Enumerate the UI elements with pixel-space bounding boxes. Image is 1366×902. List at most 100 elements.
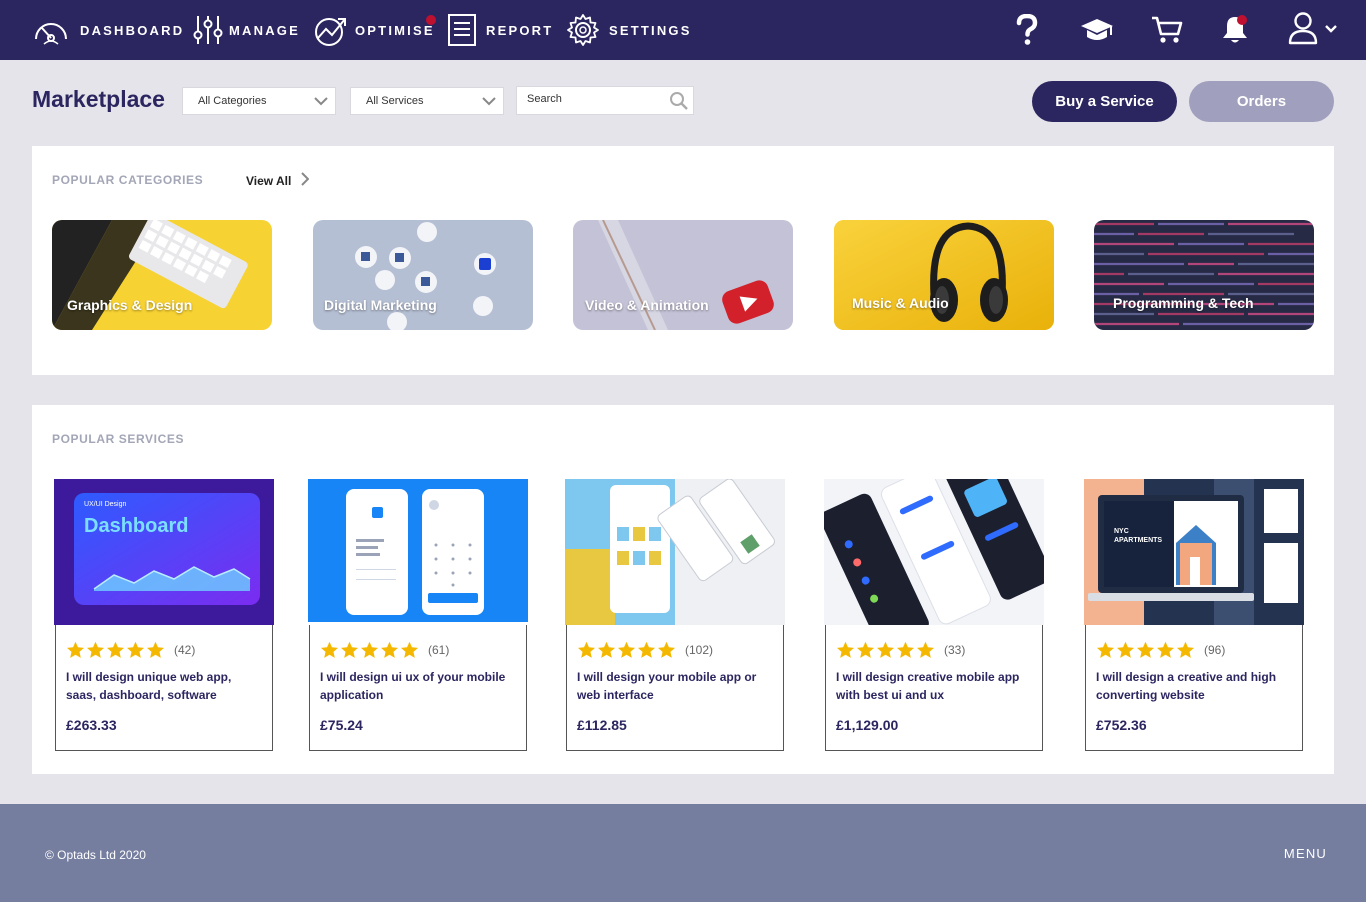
thumbnail-heading: Dashboard [84, 515, 189, 537]
service-thumbnail [308, 479, 528, 622]
page-title: Marketplace [32, 86, 165, 112]
nav-item-report[interactable]: REPORT [448, 0, 553, 60]
services-select[interactable]: All Services [350, 87, 504, 115]
service-thumbnail: UX/UI Design Dashboard [54, 479, 274, 625]
service-price: £1,129.00 [836, 717, 899, 733]
mobile-app-image [308, 479, 528, 622]
service-card[interactable]: (102) I will design your mobile app or w… [565, 479, 785, 751]
rating-stars: (42) [66, 641, 195, 659]
chevron-down-icon [481, 93, 497, 112]
service-card[interactable]: (61) I will design ui ux of your mobile … [308, 479, 528, 751]
nav-item-settings[interactable]: SETTINGS [566, 0, 692, 60]
popular-services-panel: POPULAR SERVICES UX/UI Design Dashboard … [32, 405, 1334, 774]
category-card-video-animation[interactable]: Video & Animation [573, 220, 793, 330]
rating-count: (42) [174, 643, 196, 657]
popular-categories-panel: POPULAR CATEGORIES View All Graphics & D… [32, 146, 1334, 375]
thumbnail-caption: UX/UI Design [84, 501, 127, 508]
view-all-link[interactable]: View All [246, 172, 310, 189]
service-card-body: (61) I will design ui ux of your mobile … [309, 625, 527, 751]
category-select-value: All Categories [198, 95, 267, 107]
category-card-digital-marketing[interactable]: Digital Marketing [313, 220, 533, 330]
keyboard-image [52, 220, 248, 330]
five-stars-icon [66, 641, 166, 659]
service-price: £263.33 [66, 717, 117, 733]
category-card-programming-tech[interactable]: Programming & Tech [1094, 220, 1314, 330]
footer-menu-link[interactable]: MENU [1284, 846, 1327, 861]
service-card-body: (96) I will design a creative and high c… [1085, 625, 1303, 751]
five-stars-icon [836, 641, 936, 659]
chevron-right-icon [291, 172, 310, 189]
user-menu[interactable] [1285, 11, 1341, 50]
buy-service-button[interactable]: Buy a Service [1032, 81, 1177, 122]
rating-count: (61) [428, 643, 450, 657]
top-navigation: DASHBOARD MANAGE OPTIMISE REPORT SETTING… [0, 0, 1366, 60]
search-icon[interactable] [669, 91, 689, 116]
orders-button[interactable]: Orders [1189, 81, 1334, 122]
category-label: Video & Animation [585, 297, 709, 313]
mobile-web-interface-image [565, 479, 785, 625]
service-card[interactable]: (33) I will design creative mobile app w… [824, 479, 1044, 751]
service-title[interactable]: I will design a creative and high conver… [1096, 668, 1292, 704]
footer: © Optads Ltd 2020 MENU [0, 804, 1366, 902]
service-thumbnail [565, 479, 785, 625]
category-label: Programming & Tech [1113, 295, 1254, 311]
code-image [1094, 222, 1314, 326]
rating-stars: (102) [577, 641, 713, 659]
service-card[interactable]: NYC APARTMENTS (96) I will design a crea… [1084, 479, 1304, 751]
website-laptop-image [1084, 479, 1304, 625]
search-input[interactable] [527, 93, 667, 105]
cart-icon[interactable] [1150, 12, 1184, 48]
copyright-text: © Optads Ltd 2020 [45, 848, 146, 862]
service-card-body: (33) I will design creative mobile app w… [825, 625, 1043, 751]
category-card-music-audio[interactable]: Music & Audio [834, 220, 1054, 330]
category-card-graphics-design[interactable]: Graphics & Design [52, 220, 272, 330]
nav-item-manage[interactable]: MANAGE [193, 0, 300, 60]
thumbnail-heading: NYC APARTMENTS [1114, 528, 1163, 544]
five-stars-icon [320, 641, 420, 659]
nav-item-dashboard[interactable]: DASHBOARD [32, 0, 184, 60]
section-title: POPULAR CATEGORIES [52, 173, 204, 187]
sliders-icon [193, 13, 223, 47]
service-thumbnail: NYC APARTMENTS [1084, 479, 1304, 625]
gear-icon [566, 13, 600, 47]
service-title[interactable]: I will design ui ux of your mobile appli… [320, 668, 516, 704]
trend-chart-icon [314, 13, 348, 47]
category-label: Music & Audio [852, 295, 949, 311]
social-buttons-image [355, 222, 496, 330]
speedometer-icon [32, 13, 70, 47]
phone-image [598, 220, 774, 330]
graduation-cap-icon[interactable] [1080, 12, 1114, 48]
service-price: £112.85 [577, 717, 627, 733]
service-title[interactable]: I will design unique web app, saas, dash… [66, 668, 262, 704]
chevron-down-icon [313, 93, 329, 112]
document-icon [448, 14, 476, 46]
service-title[interactable]: I will design your mobile app or web int… [577, 668, 773, 704]
five-stars-icon [577, 641, 677, 659]
notification-dot [426, 15, 436, 25]
search-box [516, 86, 694, 115]
service-title[interactable]: I will design creative mobile app with b… [836, 668, 1032, 704]
category-select[interactable]: All Categories [182, 87, 336, 115]
nav-label: DASHBOARD [80, 22, 185, 38]
rating-count: (33) [944, 643, 966, 657]
nav-label: SETTINGS [609, 22, 692, 38]
rating-stars: (96) [1096, 641, 1225, 659]
rating-count: (96) [1204, 643, 1226, 657]
category-label: Graphics & Design [67, 297, 193, 313]
service-price: £75.24 [320, 717, 363, 733]
nav-label: OPTIMISE [355, 22, 435, 38]
creative-mobile-app-image [824, 479, 1044, 625]
services-select-value: All Services [366, 95, 424, 107]
service-price: £752.36 [1096, 717, 1147, 733]
five-stars-icon [1096, 641, 1196, 659]
section-title: POPULAR SERVICES [52, 432, 185, 446]
user-icon [1288, 11, 1318, 50]
notification-dot [1237, 15, 1247, 25]
rating-stars: (61) [320, 641, 449, 659]
service-card[interactable]: UX/UI Design Dashboard (42) I will desig… [54, 479, 274, 751]
category-label: Digital Marketing [324, 297, 437, 313]
rating-stars: (33) [836, 641, 965, 659]
nav-item-optimise[interactable]: OPTIMISE [314, 0, 436, 60]
help-icon[interactable] [1013, 12, 1041, 48]
bell-icon[interactable] [1220, 12, 1250, 48]
